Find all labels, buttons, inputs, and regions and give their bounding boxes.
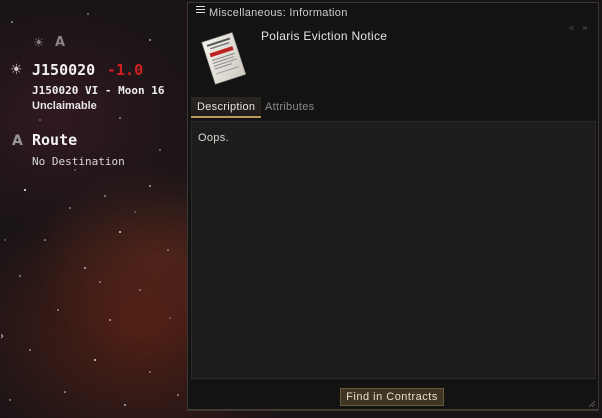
tab-attributes[interactable]: Attributes <box>259 97 320 118</box>
security-status: -1.0 <box>107 61 144 79</box>
info-window: Miscellaneous: Information « » Polaris E… <box>187 2 599 411</box>
menu-icon[interactable] <box>196 6 205 15</box>
footer-divider <box>188 409 598 410</box>
location-sun-icon: ☀ <box>33 36 45 51</box>
edge-marker-icon: › <box>0 331 4 342</box>
security-letter: A <box>55 35 66 50</box>
item-name: Polaris Eviction Notice <box>261 29 388 43</box>
find-in-contracts-button[interactable]: Find in Contracts <box>340 388 444 406</box>
route-title[interactable]: Route <box>32 131 77 149</box>
route-destination: No Destination <box>32 155 125 168</box>
collapse-icon[interactable]: « » <box>569 23 590 34</box>
system-name-link[interactable]: J150020 <box>32 61 95 79</box>
location-moon-link[interactable]: J150020 VI - Moon 16 <box>32 84 164 97</box>
system-sun-icon: ☀ <box>10 62 23 78</box>
route-letter-icon: A <box>12 133 23 149</box>
description-panel: Oops. <box>191 121 596 379</box>
eviction-notice-icon <box>201 32 247 85</box>
window-titlebar[interactable]: Miscellaneous: Information <box>188 3 598 23</box>
window-title: Miscellaneous: Information <box>209 7 348 19</box>
resize-grip-icon[interactable] <box>588 400 596 408</box>
tab-bar: Description Attributes <box>191 97 596 118</box>
sovereignty-status: Unclaimable <box>32 100 97 112</box>
tab-description[interactable]: Description <box>191 97 262 118</box>
description-text: Oops. <box>198 132 229 144</box>
